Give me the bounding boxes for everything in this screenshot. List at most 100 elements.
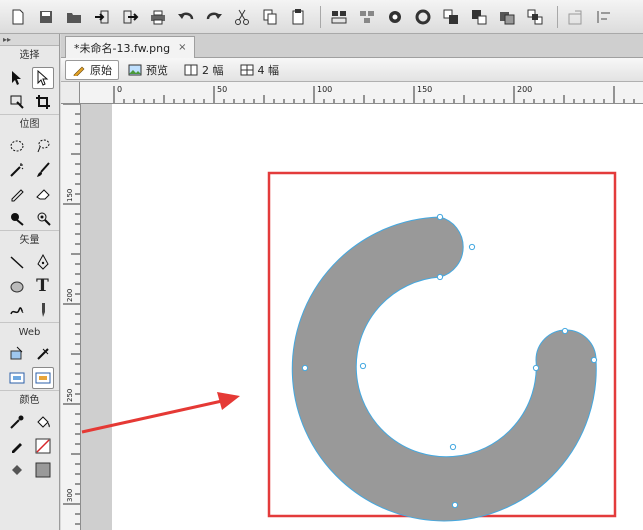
hide-slices-icon[interactable] <box>6 367 28 389</box>
tools-section-colors: 颜色 <box>0 390 59 410</box>
view-original-label: 原始 <box>90 63 112 77</box>
ruler-label: 0 <box>117 85 122 94</box>
marquee-tool-icon[interactable] <box>6 135 28 157</box>
landscape-icon <box>128 64 142 75</box>
paste-icon[interactable] <box>286 5 310 29</box>
tool-row <box>0 366 59 390</box>
split-icon[interactable] <box>411 5 435 29</box>
export-icon[interactable] <box>118 5 142 29</box>
ruler-corner <box>61 82 80 104</box>
rotate-icon[interactable] <box>564 5 588 29</box>
ruler-label: 300 <box>66 489 74 502</box>
join-icon[interactable] <box>383 5 407 29</box>
view-4up-label: 4 幅 <box>257 63 280 77</box>
bring-to-front-icon[interactable] <box>439 5 463 29</box>
tool-row <box>0 458 59 482</box>
open-icon[interactable] <box>62 5 86 29</box>
tools-section-select: 选择 <box>19 50 40 61</box>
crop-tool-icon[interactable] <box>32 91 54 113</box>
pencil-tool-icon[interactable] <box>6 183 28 205</box>
undo-icon[interactable] <box>174 5 198 29</box>
pen-tool-icon[interactable] <box>32 251 54 273</box>
document-tabs: *未命名-13.fw.png × <box>61 34 643 58</box>
horizontal-ruler-ticks: 0 50 100 150 200 <box>113 85 635 103</box>
tool-row <box>0 410 59 434</box>
tool-row <box>0 206 59 230</box>
tool-row <box>0 342 59 366</box>
document-tab-title: *未命名-13.fw.png <box>74 41 171 55</box>
close-icon[interactable]: × <box>178 42 186 53</box>
eyedropper-tool-icon[interactable] <box>6 411 28 433</box>
tool-row <box>0 66 59 90</box>
send-to-back-icon[interactable] <box>523 5 547 29</box>
tool-row <box>0 182 59 206</box>
pointer-tool-icon[interactable] <box>6 67 28 89</box>
copy-icon[interactable] <box>258 5 282 29</box>
ruler-label: 200 <box>517 85 532 94</box>
subselection-tool-icon[interactable] <box>31 67 54 89</box>
four-panes-icon <box>240 64 253 75</box>
panel-grip[interactable]: ▸▸ <box>0 34 59 46</box>
cut-icon[interactable] <box>230 5 254 29</box>
tools-section-web: Web <box>0 322 59 342</box>
ruler-label: 50 <box>217 85 227 94</box>
tool-row <box>0 158 59 182</box>
vertical-ruler: 150 200 250 300 <box>61 104 81 530</box>
lasso-tool-icon[interactable] <box>32 135 54 157</box>
view-4up-button[interactable]: 4 幅 <box>233 60 287 80</box>
ellipse-tool-icon[interactable] <box>6 275 28 297</box>
tool-row: T <box>0 274 59 298</box>
view-preview-label: 预览 <box>146 63 168 77</box>
bring-forward-icon[interactable] <box>467 5 491 29</box>
text-tool-glyph: T <box>36 276 49 296</box>
show-slices-icon[interactable] <box>31 367 54 389</box>
line-tool-icon[interactable] <box>6 251 28 273</box>
toolbar-separator <box>557 5 558 28</box>
fill-color-bucket-icon[interactable] <box>6 459 28 481</box>
send-backward-icon[interactable] <box>495 5 519 29</box>
tool-row <box>0 134 59 158</box>
tool-row <box>0 250 59 274</box>
ruler-label: 150 <box>66 189 74 202</box>
document-canvas[interactable] <box>112 104 643 530</box>
toolbar-separator <box>320 5 321 28</box>
freeform-tool-icon[interactable] <box>6 299 28 321</box>
hotspot-tool-icon[interactable] <box>6 343 28 365</box>
view-mode-bar: 原始 预览 2 幅 4 幅 <box>61 58 643 82</box>
fill-color-swatch[interactable] <box>32 459 54 481</box>
document-tab[interactable]: *未命名-13.fw.png × <box>65 36 196 58</box>
ungroup-icon[interactable] <box>355 5 379 29</box>
view-original-button[interactable]: 原始 <box>65 59 119 80</box>
tool-row <box>0 90 59 114</box>
print-icon[interactable] <box>146 5 170 29</box>
ruler-label: 200 <box>66 289 74 302</box>
view-preview-button[interactable]: 预览 <box>121 60 175 80</box>
two-panes-icon <box>184 64 198 75</box>
text-tool-icon[interactable]: T <box>32 275 54 297</box>
tools-section-vector: 矢量 <box>0 230 59 250</box>
group-icon[interactable] <box>327 5 351 29</box>
stroke-color-swatch[interactable] <box>32 435 54 457</box>
scale-tool-icon[interactable] <box>6 91 28 113</box>
save-icon[interactable] <box>34 5 58 29</box>
eraser-tool-icon[interactable] <box>32 183 54 205</box>
view-2up-button[interactable]: 2 幅 <box>177 60 231 80</box>
brush-tool-icon[interactable] <box>32 159 54 181</box>
slice-tool-icon[interactable] <box>32 343 54 365</box>
magic-wand-tool-icon[interactable] <box>6 159 28 181</box>
view-2up-label: 2 幅 <box>202 63 224 77</box>
pencil-icon <box>73 66 85 76</box>
new-file-icon[interactable] <box>6 5 30 29</box>
import-icon[interactable] <box>90 5 114 29</box>
align-icon[interactable] <box>592 5 616 29</box>
main-toolbar <box>0 0 643 34</box>
redo-icon[interactable] <box>202 5 226 29</box>
paint-bucket-tool-icon[interactable] <box>32 411 54 433</box>
rubber-stamp-tool-icon[interactable] <box>32 207 54 229</box>
ruler-label: 250 <box>66 389 74 402</box>
stroke-color-pencil-icon[interactable] <box>6 435 28 457</box>
knife-tool-icon[interactable] <box>32 299 54 321</box>
vertical-ruler-ticks: 150 200 250 300 <box>63 104 80 525</box>
blur-tool-icon[interactable] <box>6 207 28 229</box>
ruler-label: 150 <box>417 85 432 94</box>
